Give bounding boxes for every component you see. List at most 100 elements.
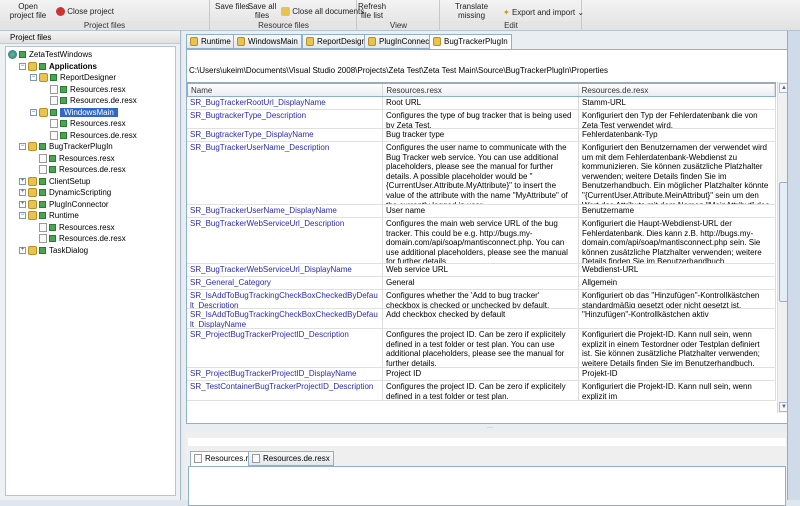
german-value-cell[interactable]: Konfiguriert den Benutzernamen der verwe… xyxy=(579,142,776,204)
expand-toggle-icon[interactable]: + xyxy=(19,177,26,185)
refresh-file-list-button[interactable]: Refresh file list xyxy=(358,2,386,20)
default-value-cell[interactable]: Root URL xyxy=(383,97,579,109)
default-value-cell[interactable]: Configures the user name to communicate … xyxy=(383,142,579,204)
grid-row[interactable]: SR_ProjectBugTrackerProjectID_Descriptio… xyxy=(187,329,776,368)
tree-node[interactable]: − Runtime xyxy=(19,210,79,221)
status-icon xyxy=(39,143,46,151)
close-all-documents-button[interactable]: Close all documents xyxy=(281,7,364,17)
tree-node[interactable]: + ClientSetup xyxy=(19,176,90,187)
grid-row[interactable]: SR_BugTrackerRootUrl_DisplayName Root URL… xyxy=(187,97,776,110)
tree-node[interactable]: Resources.de.resx xyxy=(41,130,137,141)
default-value-cell[interactable]: Configures the main web service URL of t… xyxy=(383,218,579,263)
default-value-cell[interactable]: Project ID xyxy=(383,368,579,380)
tree-node[interactable]: Resources.resx xyxy=(30,222,115,233)
grid-row[interactable]: SR_BugTrackerUserName_Description Configu… xyxy=(187,142,776,205)
german-value-cell[interactable]: Konfiguriert ob das "Hinzufügen"-Kontrol… xyxy=(579,290,776,308)
default-value-cell[interactable]: Configures whether the 'Add to bug track… xyxy=(383,290,579,308)
save-all-files-button[interactable]: Save all files xyxy=(247,2,277,20)
grid-row[interactable]: SR_BugtrackerType_DisplayName Bug tracker… xyxy=(187,129,776,142)
column-header[interactable]: Name xyxy=(188,84,384,96)
tree-node[interactable]: Resources.de.resx xyxy=(30,164,126,175)
default-value-cell[interactable]: Add checkbox checked by default xyxy=(383,309,579,328)
tree-node[interactable]: + TaskDialog xyxy=(19,245,88,256)
key-cell: SR_BugtrackerType_DisplayName xyxy=(187,129,383,141)
key-cell: SR_General_Category xyxy=(187,277,383,289)
column-header[interactable]: Resources.resx xyxy=(383,84,579,96)
file-icon xyxy=(39,222,47,232)
project-tree[interactable]: ZetaTestWindows − Applications − ReportDesig… xyxy=(5,46,176,496)
close-project-button[interactable]: Close project xyxy=(56,7,114,17)
tree-node[interactable]: Resources.de.resx xyxy=(30,233,126,244)
save-files-button[interactable]: Save files xyxy=(215,2,250,11)
grid-row[interactable]: SR_General_Category General Allgemein xyxy=(187,277,776,290)
german-value-cell[interactable]: Konfiguriert die Projekt-ID. Kann null s… xyxy=(579,381,776,400)
german-value-cell[interactable]: Webdienst-URL xyxy=(579,264,776,276)
key-cell: SR_BugTrackerWebServiceUrl_Description xyxy=(187,218,383,263)
expand-toggle-icon[interactable]: + xyxy=(19,200,26,208)
resource-grid[interactable]: Name Resources.resx Resources.de.resx SR_Bu… xyxy=(187,82,776,413)
status-icon xyxy=(49,235,56,243)
german-value-cell[interactable]: Konfiguriert den Typ der Fehlerdatenbank… xyxy=(579,110,776,128)
tree-node[interactable]: − BugTrackerPlugIn xyxy=(19,141,113,152)
default-value-cell[interactable]: Bug tracker type xyxy=(383,129,579,141)
tree-node[interactable]: Resources.resx xyxy=(41,118,126,129)
german-value-cell[interactable]: Konfiguriert die Projekt-ID. Kann null s… xyxy=(579,329,776,367)
column-header[interactable]: Resources.de.resx xyxy=(579,84,775,96)
tree-node[interactable]: + DynamicScripting xyxy=(19,187,111,198)
german-value-cell[interactable]: Projekt-ID xyxy=(579,368,776,380)
grid-row[interactable]: SR_IsAddToBugTrackingCheckBoxCheckedByDe… xyxy=(187,290,776,309)
default-value-cell[interactable]: General xyxy=(383,277,579,289)
expand-toggle-icon[interactable]: − xyxy=(30,108,37,116)
expand-toggle-icon[interactable]: + xyxy=(19,246,26,254)
tree-node[interactable]: Resources.resx xyxy=(41,84,126,95)
raw-editor[interactable] xyxy=(188,466,786,506)
file-path: C:\Users\ukeim\Documents\Visual Studio 2… xyxy=(189,66,609,75)
tab-runtime[interactable]: Runtime xyxy=(186,34,235,49)
default-value-cell[interactable]: User name xyxy=(383,205,579,217)
default-value-cell[interactable]: Configures the project ID. Can be zero i… xyxy=(383,381,579,400)
german-value-cell[interactable]: Fehlerdatenbank-Typ xyxy=(579,129,776,141)
tree-node[interactable]: ZetaTestWindows xyxy=(8,49,92,60)
grid-row[interactable]: SR_ProjectBugTrackerProjectID_DisplayNam… xyxy=(187,368,776,381)
tree-node[interactable]: − Applications xyxy=(19,61,97,72)
tab-windowsmain[interactable]: WindowsMain xyxy=(233,34,302,49)
expand-toggle-icon[interactable]: − xyxy=(19,62,26,70)
expand-toggle-icon[interactable]: + xyxy=(19,189,26,197)
grid-row[interactable]: SR_TestContainerBugTrackerProjectID_Desc… xyxy=(187,381,776,401)
tree-node-label: ReportDesigner xyxy=(60,73,117,82)
grid-row[interactable]: SR_BugTrackerWebServiceUrl_Description Co… xyxy=(187,218,776,264)
tab-bugtrackerplugin[interactable]: BugTrackerPlugIn xyxy=(429,34,512,50)
expand-toggle-icon[interactable]: − xyxy=(19,212,26,220)
grid-row[interactable]: SR_BugTrackerWebServiceUrl_DisplayName We… xyxy=(187,264,776,277)
default-value-cell[interactable]: Configures the project ID. Can be zero i… xyxy=(383,329,579,367)
file-icon xyxy=(194,454,202,464)
grid-row[interactable]: SR_BugTrackerUserName_DisplayName User na… xyxy=(187,205,776,218)
project-icon xyxy=(237,37,245,47)
default-value-cell[interactable]: Web service URL xyxy=(383,264,579,276)
project-icon xyxy=(28,142,37,152)
german-value-cell[interactable]: "Hinzufügen"-Kontrollkästchen aktiv xyxy=(579,309,776,328)
tree-node[interactable]: − ReportDesigner xyxy=(30,72,116,83)
default-value-cell[interactable]: Configures the type of bug tracker that … xyxy=(383,110,579,128)
tree-node-label: ClientSetup xyxy=(49,176,91,186)
tree-node[interactable]: − WindowsMain xyxy=(30,107,118,118)
expand-toggle-icon[interactable]: − xyxy=(30,74,37,82)
tree-node[interactable]: Resources.resx xyxy=(30,153,115,164)
grid-row[interactable]: SR_IsAddToBugTrackingCheckBoxCheckedByDe… xyxy=(187,309,776,329)
project-icon xyxy=(28,199,37,209)
tree-node-label: TaskDialog xyxy=(49,245,89,255)
export-and-import-button[interactable]: ✦ Export and import ⌄ xyxy=(503,8,584,17)
tree-node[interactable]: + PlugInConnector xyxy=(19,199,109,210)
expand-toggle-icon[interactable]: − xyxy=(19,143,26,151)
file-icon xyxy=(39,153,47,163)
window-edge xyxy=(787,31,800,500)
german-value-cell[interactable]: Allgemein xyxy=(579,277,776,289)
grid-row[interactable]: SR_BugtrackerType_Description Configures … xyxy=(187,110,776,129)
bottom-tab[interactable]: Resources.de.resx xyxy=(248,451,334,466)
open-project-file-button[interactable]: Open project file xyxy=(8,2,48,20)
tree-node[interactable]: Resources.de.resx xyxy=(41,95,137,106)
german-value-cell[interactable]: Stamm-URL xyxy=(579,97,776,109)
german-value-cell[interactable]: Konfiguriert die Haupt-Webdienst-URL der… xyxy=(579,218,776,263)
german-value-cell[interactable]: Benutzername xyxy=(579,205,776,217)
close-project-label: Close project xyxy=(67,7,114,16)
